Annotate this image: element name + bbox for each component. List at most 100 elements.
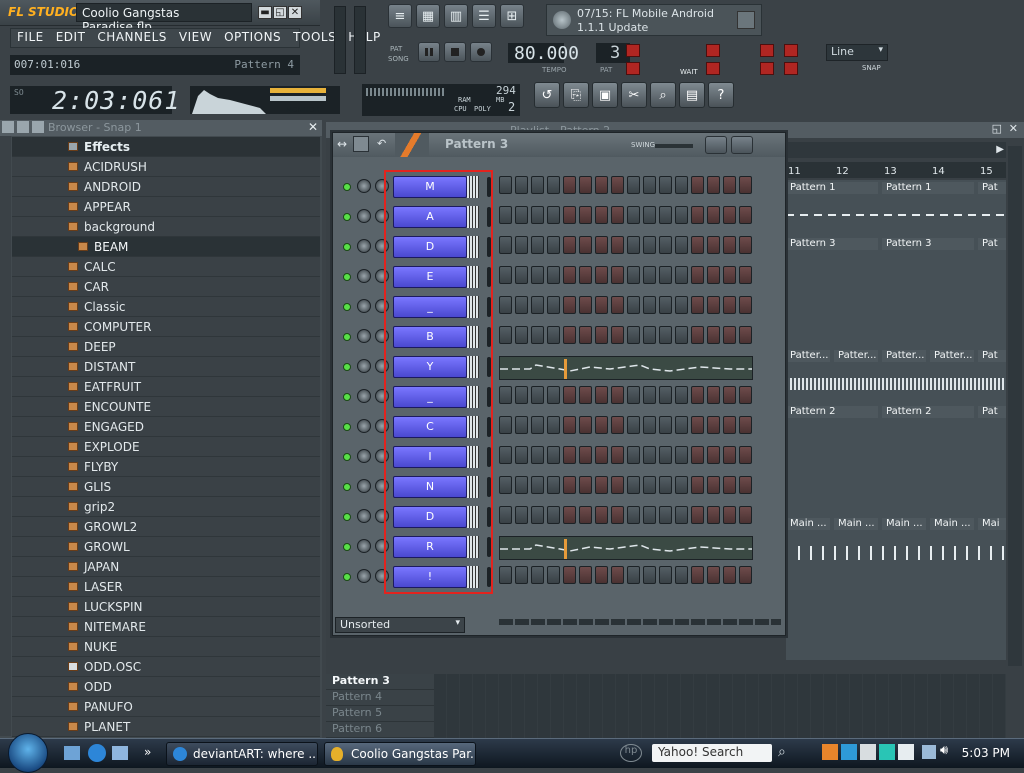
browser-item[interactable]: background bbox=[12, 217, 320, 237]
pause-button[interactable] bbox=[418, 42, 440, 62]
browser-item-selected[interactable]: BEAM bbox=[12, 237, 320, 257]
playlist-clip[interactable]: Pattern 2 bbox=[882, 406, 974, 418]
playlist-clip[interactable]: Pat bbox=[978, 350, 1006, 362]
step-button[interactable] bbox=[547, 236, 560, 254]
browser-item[interactable]: APPEAR bbox=[12, 197, 320, 217]
channel-name-button[interactable]: Y bbox=[393, 356, 467, 378]
undo-icon[interactable]: ↺ bbox=[534, 82, 560, 108]
browser-item[interactable]: DEEP bbox=[12, 337, 320, 357]
step-button[interactable] bbox=[515, 416, 528, 434]
step-button[interactable] bbox=[547, 476, 560, 494]
scroll-right-icon[interactable]: ▶ bbox=[996, 144, 1004, 155]
step-button[interactable] bbox=[563, 176, 576, 194]
step-button[interactable] bbox=[515, 176, 528, 194]
step-button[interactable] bbox=[531, 386, 544, 404]
step-button[interactable] bbox=[515, 266, 528, 284]
step-button[interactable] bbox=[739, 476, 752, 494]
show-desktop-icon[interactable] bbox=[64, 746, 80, 760]
channel-mute-led[interactable] bbox=[343, 213, 351, 221]
snap-select[interactable]: Line ▾ bbox=[826, 44, 888, 61]
step-button[interactable] bbox=[659, 506, 672, 524]
step-button[interactable] bbox=[563, 266, 576, 284]
channel-mute-led[interactable] bbox=[343, 243, 351, 251]
channel-select-bar[interactable] bbox=[467, 206, 479, 228]
taskbar-item-browser[interactable]: deviantART: where ... bbox=[166, 742, 318, 766]
step-button[interactable] bbox=[659, 476, 672, 494]
browser-home-icon[interactable] bbox=[17, 121, 29, 133]
step-button[interactable] bbox=[643, 326, 656, 344]
step-button[interactable] bbox=[579, 506, 592, 524]
step-button[interactable] bbox=[595, 386, 608, 404]
step-button[interactable] bbox=[627, 236, 640, 254]
channel-mute-led[interactable] bbox=[343, 333, 351, 341]
close-button[interactable]: ✕ bbox=[288, 6, 302, 19]
channel-mute-led[interactable] bbox=[343, 513, 351, 521]
channel-name-button[interactable]: N bbox=[393, 476, 467, 498]
step-button[interactable] bbox=[611, 326, 624, 344]
stop-button[interactable] bbox=[444, 42, 466, 62]
step-button[interactable] bbox=[499, 236, 512, 254]
step-button[interactable] bbox=[547, 176, 560, 194]
step-button[interactable] bbox=[563, 566, 576, 584]
step-sequencer-icon[interactable]: ▦ bbox=[416, 4, 440, 28]
step-button[interactable] bbox=[707, 386, 720, 404]
channel-pan-knob[interactable] bbox=[357, 419, 371, 433]
step-button[interactable] bbox=[499, 386, 512, 404]
step-button[interactable] bbox=[595, 506, 608, 524]
channel-name-button[interactable]: E bbox=[393, 266, 467, 288]
step-button[interactable] bbox=[515, 566, 528, 584]
help-icon[interactable]: ? bbox=[708, 82, 734, 108]
network-icon[interactable] bbox=[922, 745, 936, 759]
step-button[interactable] bbox=[579, 176, 592, 194]
step-button[interactable] bbox=[499, 266, 512, 284]
step-button[interactable] bbox=[675, 326, 688, 344]
playlist-clip[interactable]: Main ... bbox=[786, 518, 830, 530]
step-button[interactable] bbox=[531, 416, 544, 434]
playlist-clip[interactable]: Main ... bbox=[930, 518, 974, 530]
step-button[interactable] bbox=[691, 206, 704, 224]
step-button[interactable] bbox=[723, 386, 736, 404]
step-button[interactable] bbox=[675, 266, 688, 284]
menu-view[interactable]: VIEW bbox=[173, 29, 218, 47]
step-button[interactable] bbox=[691, 446, 704, 464]
switch-windows-icon[interactable] bbox=[112, 746, 128, 760]
step-button[interactable] bbox=[547, 446, 560, 464]
pattern-lane[interactable] bbox=[434, 674, 1006, 740]
playlist-clip[interactable]: Pattern 1 bbox=[882, 182, 974, 194]
playlist-clip[interactable]: Patter... bbox=[786, 350, 830, 362]
step-button[interactable] bbox=[739, 266, 752, 284]
channel-select-bar[interactable] bbox=[467, 446, 479, 468]
playlist-clip[interactable]: Pat bbox=[978, 182, 1006, 194]
step-button[interactable] bbox=[723, 236, 736, 254]
step-button[interactable] bbox=[579, 416, 592, 434]
step-button[interactable] bbox=[707, 176, 720, 194]
keyboard-editor-icon[interactable] bbox=[731, 136, 753, 154]
playlist-clip[interactable]: Pattern 3 bbox=[882, 238, 974, 250]
channel-mute-led[interactable] bbox=[343, 183, 351, 191]
channel-volume-knob[interactable] bbox=[375, 539, 389, 553]
step-button[interactable] bbox=[499, 446, 512, 464]
step-button[interactable] bbox=[691, 296, 704, 314]
browser-folder-effects[interactable]: Effects bbox=[12, 137, 320, 157]
step-button[interactable] bbox=[595, 446, 608, 464]
channel-select-bar[interactable] bbox=[467, 266, 479, 288]
channel-volume-knob[interactable] bbox=[375, 359, 389, 373]
step-button[interactable] bbox=[691, 566, 704, 584]
channel-volume-knob[interactable] bbox=[375, 329, 389, 343]
playlist-icon[interactable]: ≡ bbox=[388, 4, 412, 28]
step-button[interactable] bbox=[611, 206, 624, 224]
save-new-icon[interactable]: ⎘ bbox=[563, 82, 589, 108]
step-button[interactable] bbox=[675, 236, 688, 254]
step-button[interactable] bbox=[723, 446, 736, 464]
menu-file[interactable]: FILE bbox=[11, 29, 50, 47]
step-button[interactable] bbox=[643, 416, 656, 434]
step-button[interactable] bbox=[659, 176, 672, 194]
tray-app-icon[interactable] bbox=[879, 744, 895, 760]
browser-item[interactable]: EATFRUIT bbox=[12, 377, 320, 397]
step-button[interactable] bbox=[563, 416, 576, 434]
step-button[interactable] bbox=[499, 566, 512, 584]
step-button[interactable] bbox=[499, 176, 512, 194]
step-button[interactable] bbox=[659, 566, 672, 584]
piano-roll-preview[interactable] bbox=[499, 536, 753, 560]
browser-item[interactable]: DISTANT bbox=[12, 357, 320, 377]
